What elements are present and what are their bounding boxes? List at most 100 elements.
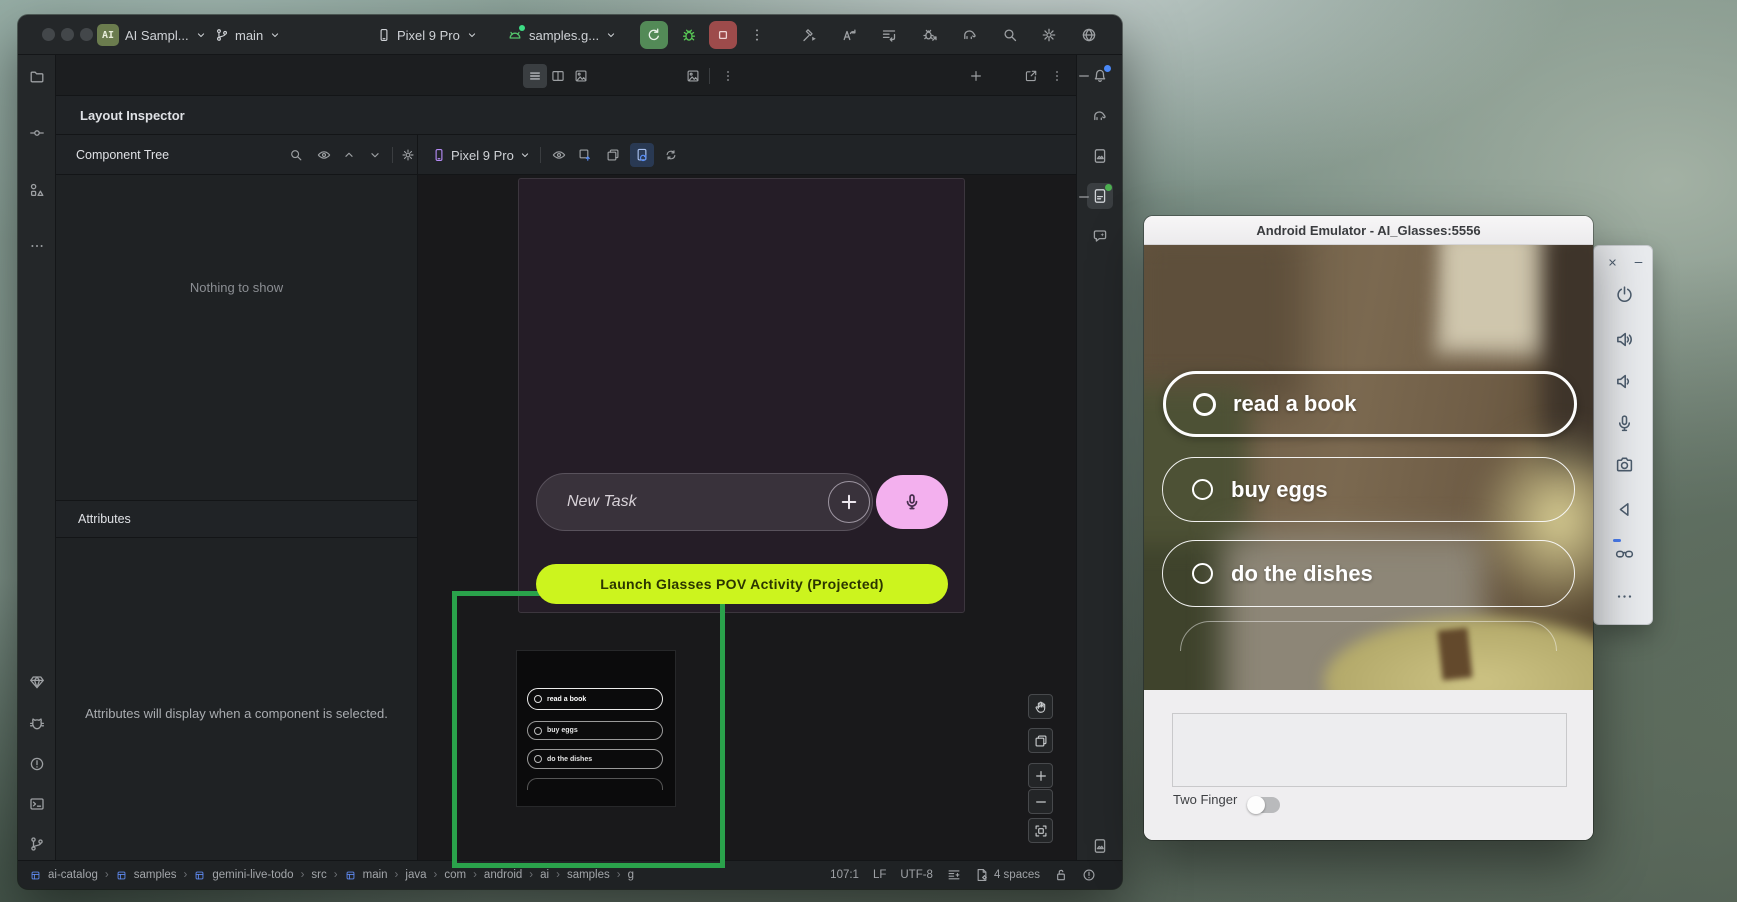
caret-position[interactable]: 107:1 [830,869,859,881]
tree-visibility-button[interactable] [312,143,336,167]
todo-item-selected[interactable]: read a book [1163,371,1577,437]
breadcrumb-item[interactable]: main [363,869,388,881]
vcs-branch-selector[interactable]: main [215,15,281,55]
add-task-button[interactable] [828,481,870,523]
emulator-camera-button[interactable] [1614,454,1634,474]
fit-screen-icon [1034,824,1048,838]
code-with-me-button[interactable] [1077,23,1101,47]
window-zoom-button[interactable] [80,28,93,41]
sidebar-item-logcat[interactable] [24,711,50,737]
search-everywhere-button[interactable] [998,23,1022,47]
mirror-device-selector[interactable]: Pixel 9 Pro [432,135,531,175]
build-button[interactable] [798,23,822,47]
mirror-compare-button[interactable] [1028,728,1053,753]
indent-widget[interactable]: 4 spaces [975,868,1040,882]
emulator-volume-down-button[interactable] [1614,371,1634,391]
breadcrumb-item[interactable]: g [628,869,634,881]
debug-button[interactable] [677,23,701,47]
sidebar-item-terminal[interactable] [24,791,50,817]
radio-icon[interactable] [1192,479,1213,500]
breadcrumb-item[interactable]: android [484,869,522,881]
window-minimize-button[interactable] [61,28,74,41]
mirror-visibility-button[interactable] [547,143,571,167]
breadcrumb-item[interactable]: src [311,869,326,881]
emulator-back-button[interactable] [1614,499,1634,519]
tree-expand-button[interactable] [337,143,361,167]
sidebar-item-structure[interactable] [24,177,50,203]
breadcrumb-item[interactable]: com [444,869,466,881]
voice-input-button[interactable] [876,475,948,529]
mirror-pan-button[interactable] [1028,694,1053,719]
notifications-status-icon[interactable] [1082,868,1096,882]
breadcrumb-item[interactable]: samples [567,869,610,881]
tree-search-button[interactable] [284,143,308,167]
mirror-screenshot-button[interactable] [573,143,597,167]
emulator-mic-button[interactable] [1614,413,1634,433]
more-run-actions-button[interactable] [745,23,769,47]
new-task-input[interactable]: New Task [536,473,873,531]
radio-icon[interactable] [1192,563,1213,584]
emulator-volume-up-button[interactable] [1614,329,1634,349]
sidebar-item-project[interactable] [24,64,50,90]
run-configuration-selector[interactable]: samples.g... [507,15,617,55]
sidebar-item-commit[interactable] [24,120,50,146]
indent-config-icon[interactable] [947,868,961,882]
device-selector[interactable]: Pixel 9 Pro [377,15,478,55]
apply-changes-button[interactable] [837,23,861,47]
open-in-window-button[interactable] [1019,64,1043,88]
sidebar-item-gemini[interactable] [24,669,50,695]
rerun-button[interactable] [640,21,668,49]
sidebar-item-device-explorer[interactable] [1087,143,1113,169]
mirror-live-inspect-toggle[interactable] [630,143,654,167]
editor-split-view-button[interactable] [546,64,570,88]
sidebar-item-problems[interactable] [24,751,50,777]
emulator-title-bar[interactable]: Android Emulator - AI_Glasses:5556 [1144,216,1593,245]
emulator-power-button[interactable] [1614,284,1634,304]
panel-hide-button[interactable] [1072,64,1096,88]
window-close-button[interactable] [42,28,55,41]
zoom-fit-button[interactable] [1028,818,1053,843]
breadcrumb-item[interactable]: java [405,869,426,881]
profiler-button[interactable] [877,23,901,47]
breadcrumb-item[interactable]: gemini-live-todo [212,869,293,881]
gradle-sync-button[interactable] [958,23,982,47]
add-device-tab-button[interactable] [964,64,988,88]
emulator-glasses-button[interactable] [1614,543,1634,563]
line-ending[interactable]: LF [873,869,886,881]
encoding[interactable]: UTF-8 [900,869,933,881]
glasses-pov-view[interactable]: read a book buy eggs do the dishes [1144,245,1593,690]
launch-glasses-pov-button[interactable]: Launch Glasses POV Activity (Projected) [536,564,948,604]
stop-button[interactable] [709,21,737,49]
touchpad-area[interactable] [1172,713,1567,787]
emulator-more-button[interactable] [1614,586,1634,606]
zoom-in-button[interactable] [1028,763,1053,788]
picture-frame-inner [1448,245,1544,341]
two-finger-toggle[interactable] [1247,797,1280,813]
emulator-close-button[interactable] [1602,252,1622,272]
breadcrumb-item[interactable]: ai-catalog [48,869,98,881]
mirror-layers-button[interactable] [601,143,625,167]
tree-collapse-button[interactable] [363,143,387,167]
settings-button[interactable] [1037,23,1061,47]
emulator-minimize-button[interactable] [1628,252,1648,272]
attach-debugger-button[interactable] [918,23,942,47]
running-devices-menu-button[interactable] [716,64,740,88]
editor-list-view-button[interactable] [523,64,547,88]
running-devices-screenshot-button[interactable] [681,64,705,88]
sidebar-item-gradle[interactable] [1087,103,1113,129]
sidebar-item-more[interactable] [24,233,50,259]
lock-open-icon[interactable] [1054,868,1068,882]
editor-preview-button[interactable] [569,64,593,88]
mirror-refresh-button[interactable] [659,143,683,167]
breadcrumb-item[interactable]: samples [134,869,177,881]
todo-item[interactable]: do the dishes [1162,540,1575,607]
breadcrumb-item[interactable]: ai [540,869,549,881]
sidebar-item-gemini-chat[interactable] [1087,223,1113,249]
radio-icon[interactable] [1193,393,1216,416]
project-selector[interactable]: AI AI Sampl... [97,15,207,55]
zoom-out-button[interactable] [1028,789,1053,814]
sidebar-item-layout-inspector[interactable] [1087,833,1113,859]
todo-item[interactable]: buy eggs [1162,457,1575,522]
sidebar-item-git[interactable] [24,831,50,857]
panel-options-button[interactable] [1045,64,1069,88]
